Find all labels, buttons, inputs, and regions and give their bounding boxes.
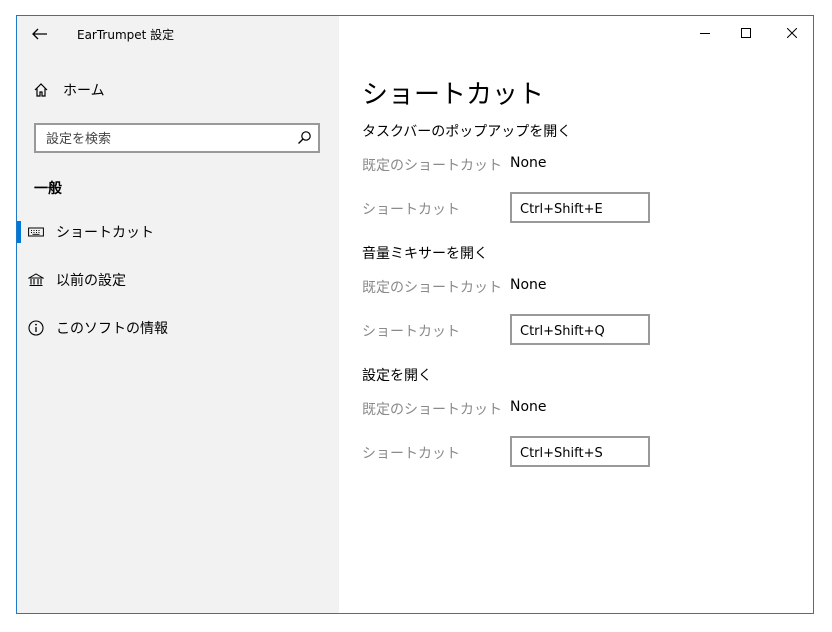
shortcut-input[interactable] <box>518 199 646 219</box>
default-shortcut-label: 既定のショートカット <box>362 402 502 418</box>
sidebar-item-legacy-settings[interactable]: 以前の設定 <box>17 261 339 299</box>
window-title: EarTrumpet 設定 <box>77 28 175 42</box>
sidebar-item-home[interactable]: ホーム <box>33 78 105 102</box>
shortcut-field-settings[interactable] <box>510 436 650 467</box>
settings-window: EarTrumpet 設定 ホーム 一般 ショートカット <box>16 15 814 614</box>
search-input[interactable] <box>44 128 288 150</box>
info-icon <box>28 320 44 336</box>
sidebar: EarTrumpet 設定 ホーム 一般 ショートカット <box>17 16 339 613</box>
close-button[interactable] <box>777 22 807 44</box>
maximize-icon <box>741 28 751 38</box>
shortcut-input[interactable] <box>518 321 646 341</box>
shortcut-field-mixer[interactable] <box>510 314 650 345</box>
section-title-general: 一般 <box>34 181 62 197</box>
keyboard-icon <box>28 224 44 240</box>
default-shortcut-value: None <box>510 155 547 171</box>
search-icon[interactable] <box>296 130 312 146</box>
shortcut-label: ショートカット <box>362 446 460 462</box>
sidebar-item-about[interactable]: このソフトの情報 <box>17 309 339 347</box>
default-shortcut-value: None <box>510 277 547 293</box>
shortcut-label: ショートカット <box>362 202 460 218</box>
back-arrow-icon <box>32 28 47 40</box>
group-title-settings: 設定を開く <box>362 368 432 384</box>
search-box[interactable] <box>34 123 320 153</box>
shortcut-label: ショートカット <box>362 324 460 340</box>
bank-icon <box>28 272 44 288</box>
shortcut-field-taskbar-popup[interactable] <box>510 192 650 223</box>
maximize-button[interactable] <box>731 22 761 44</box>
selected-indicator <box>17 221 21 243</box>
group-title-mixer: 音量ミキサーを開く <box>362 246 488 262</box>
sidebar-item-shortcuts[interactable]: ショートカット <box>17 213 339 251</box>
default-shortcut-label: 既定のショートカット <box>362 280 502 296</box>
sidebar-item-label: ショートカット <box>56 225 154 241</box>
minimize-icon <box>700 33 710 34</box>
close-icon <box>787 28 797 38</box>
shortcut-input[interactable] <box>518 443 646 463</box>
home-icon <box>34 83 48 97</box>
home-label: ホーム <box>63 83 105 99</box>
group-title-taskbar-popup: タスクバーのポップアップを開く <box>362 124 572 140</box>
minimize-button[interactable] <box>690 22 720 44</box>
default-shortcut-label: 既定のショートカット <box>362 158 502 174</box>
sidebar-item-label: 以前の設定 <box>56 273 126 289</box>
page-title: ショートカット <box>362 80 545 110</box>
back-button[interactable] <box>29 24 51 44</box>
sidebar-item-label: このソフトの情報 <box>56 321 168 337</box>
default-shortcut-value: None <box>510 399 547 415</box>
